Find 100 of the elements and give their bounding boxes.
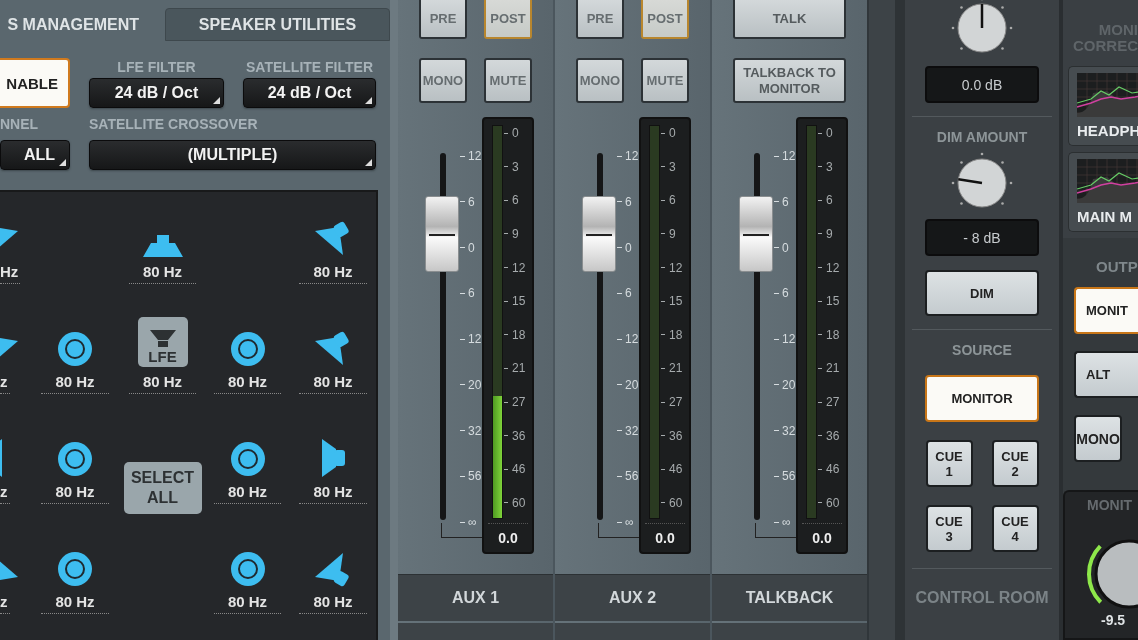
mode-button[interactable]: TALK bbox=[733, 0, 846, 39]
frequency-label[interactable]: 80 Hz bbox=[128, 373, 197, 394]
frequency-label[interactable]: 80 Hz bbox=[41, 593, 109, 614]
frequency-label[interactable]: 80 Hz bbox=[213, 373, 282, 394]
scale-label: 0 bbox=[617, 240, 639, 255]
scale-label: 0 bbox=[504, 126, 526, 140]
frequency-label[interactable]: 80 Hz bbox=[41, 483, 109, 504]
scale-label: 46 bbox=[661, 462, 683, 477]
scale-label: 6 bbox=[774, 194, 796, 209]
section-label: CONTROL ROOM bbox=[915, 590, 1049, 606]
scale-label: 0 bbox=[774, 240, 796, 255]
dropdown[interactable]: (MULTIPLE) bbox=[89, 140, 376, 170]
scale-label: 20 bbox=[460, 377, 482, 392]
scale-label: 12 bbox=[460, 332, 482, 346]
cue-button[interactable]: CUE 4 bbox=[991, 505, 1039, 552]
scale-label: 56 bbox=[774, 469, 796, 484]
channel-name: TALKBACK bbox=[712, 574, 867, 621]
dim-button[interactable]: DIM bbox=[925, 270, 1039, 316]
scale-label: ∞ bbox=[460, 515, 482, 529]
select-all-button[interactable]: SELECT ALL bbox=[123, 462, 202, 514]
corner-triangle-icon bbox=[365, 97, 372, 104]
scale-label: 60 bbox=[504, 495, 526, 510]
enable-button[interactable]: NABLE bbox=[0, 58, 70, 108]
scale-label: ∞ bbox=[774, 515, 796, 529]
scale-label: 0 bbox=[818, 126, 840, 140]
scale-label: 6 bbox=[460, 286, 482, 301]
toggle-button[interactable]: TALKBACK TO MONITOR bbox=[733, 58, 846, 103]
card-label: MAIN M bbox=[1077, 208, 1133, 225]
scale-label: 20 bbox=[774, 377, 796, 392]
cue-button[interactable]: CUE 3 bbox=[925, 505, 973, 552]
output-button[interactable]: MONIT bbox=[1074, 287, 1138, 334]
tab[interactable]: SPEAKER UTILITIES bbox=[165, 8, 390, 41]
scale-label: 0 bbox=[460, 240, 482, 255]
dropdown[interactable]: ALL bbox=[0, 140, 70, 170]
scale-label: 18 bbox=[504, 327, 526, 342]
field-label: SATELLITE FILTER bbox=[245, 58, 374, 77]
scale-label: 12 bbox=[774, 149, 796, 163]
frequency-label[interactable]: z bbox=[0, 373, 10, 394]
scale-label: 27 bbox=[661, 395, 683, 409]
scale-label: 27 bbox=[504, 395, 526, 409]
speaker-icon bbox=[142, 235, 183, 257]
output-button[interactable]: MONO bbox=[1074, 415, 1122, 462]
scale-label: 15 bbox=[661, 294, 683, 309]
round-speaker-icon bbox=[229, 331, 266, 367]
level-readout: - 8 dB bbox=[925, 219, 1039, 256]
scale-label: 36 bbox=[661, 428, 683, 443]
scale-label: 6 bbox=[818, 193, 840, 208]
field-label: LFE FILTER bbox=[116, 58, 197, 77]
scale-label: 6 bbox=[661, 193, 683, 208]
scale-label: 6 bbox=[617, 194, 639, 209]
scale-label: 32 bbox=[617, 423, 639, 438]
cue-button[interactable]: CUE 2 bbox=[991, 440, 1039, 487]
fader-handle[interactable] bbox=[425, 195, 459, 272]
scale-label: ∞ bbox=[617, 515, 639, 529]
field-label: NNEL bbox=[0, 115, 40, 134]
frequency-label[interactable]: z bbox=[0, 483, 10, 504]
round-speaker-icon bbox=[57, 441, 93, 477]
scale-label: 12 bbox=[617, 149, 639, 163]
frequency-label[interactable]: 80 Hz bbox=[299, 373, 367, 394]
scale-label: 12 bbox=[818, 260, 840, 275]
output-button[interactable]: ALT bbox=[1074, 351, 1138, 398]
frequency-label[interactable]: 80 Hz bbox=[213, 483, 282, 504]
frequency-label[interactable]: 80 Hz bbox=[213, 593, 282, 614]
scale-label: 0 bbox=[661, 126, 683, 140]
section-label: DIM AMOUNT bbox=[936, 129, 1028, 145]
scale-label: 15 bbox=[504, 294, 526, 309]
scale-label: 3 bbox=[661, 159, 683, 174]
meter-readout: 0.0 bbox=[645, 523, 685, 546]
meter-readout: 0.0 bbox=[802, 523, 842, 546]
section-label: OUTP bbox=[1095, 258, 1138, 275]
correction-card[interactable]: MAIN M bbox=[1068, 152, 1138, 232]
dropdown[interactable]: 24 dB / Oct bbox=[243, 78, 376, 108]
dropdown[interactable]: 24 dB / Oct bbox=[89, 78, 224, 108]
corner-triangle-icon bbox=[365, 159, 372, 166]
frequency-label[interactable]: 80 Hz bbox=[41, 373, 109, 394]
scale-label: 60 bbox=[818, 495, 840, 510]
cue-button[interactable]: CUE 1 bbox=[925, 440, 973, 487]
round-speaker-icon bbox=[57, 551, 93, 587]
frequency-label[interactable]: Hz bbox=[0, 263, 21, 284]
subwoofer-icon bbox=[149, 330, 176, 348]
scale-label: 12 bbox=[617, 332, 639, 346]
fader-handle[interactable] bbox=[739, 195, 773, 272]
source-button[interactable]: MONITOR bbox=[925, 375, 1039, 422]
lfe-speaker[interactable]: LFE bbox=[137, 317, 188, 367]
scale-label: 6 bbox=[504, 193, 526, 208]
scale-label: 6 bbox=[460, 194, 482, 209]
frequency-label[interactable]: 80 Hz bbox=[299, 263, 367, 284]
fader-handle[interactable] bbox=[582, 195, 616, 272]
frequency-label[interactable]: z bbox=[0, 593, 10, 614]
section-label: MONIT bbox=[1087, 497, 1133, 513]
eq-graph bbox=[1077, 159, 1138, 203]
round-speaker-icon bbox=[229, 551, 266, 587]
frequency-label[interactable]: 80 Hz bbox=[128, 263, 197, 284]
scale-label: 21 bbox=[661, 361, 683, 376]
corner-triangle-icon bbox=[213, 97, 220, 104]
scale-label: 12 bbox=[460, 149, 482, 163]
scale-label: 18 bbox=[818, 327, 840, 342]
frequency-label[interactable]: 80 Hz bbox=[299, 593, 367, 614]
scale-label: 46 bbox=[818, 462, 840, 477]
frequency-label[interactable]: 80 Hz bbox=[299, 483, 367, 504]
